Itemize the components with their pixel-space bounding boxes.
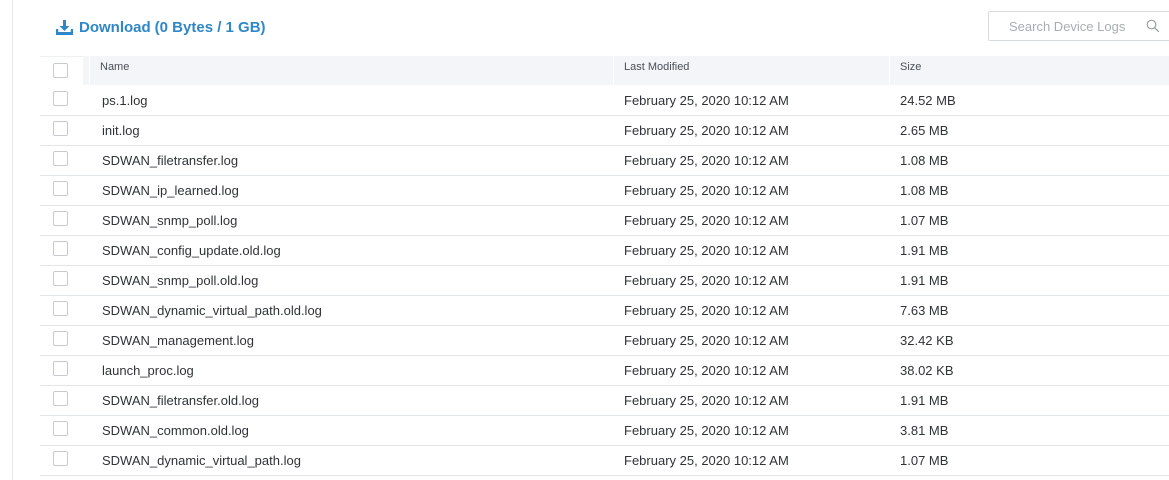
table-row[interactable]: SDWAN_ip_learned.log February 25, 2020 1… — [40, 176, 1169, 206]
table-row[interactable]: SDWAN_filetransfer.old.log February 25, … — [40, 386, 1169, 416]
column-header-last-modified[interactable]: Last Modified — [613, 56, 879, 85]
last-modified: February 25, 2020 10:12 AM — [624, 153, 789, 168]
row-checkbox[interactable] — [53, 331, 68, 346]
download-icon — [56, 19, 73, 35]
table-row[interactable]: launch_proc.log February 25, 2020 10:12 … — [40, 356, 1169, 386]
last-modified: February 25, 2020 10:12 AM — [624, 93, 789, 108]
panel-left-border — [12, 0, 13, 480]
last-modified: February 25, 2020 10:12 AM — [624, 123, 789, 138]
file-size: 2.65 MB — [900, 123, 949, 138]
row-checkbox[interactable] — [53, 271, 68, 286]
column-header-size[interactable]: Size — [889, 56, 1169, 85]
row-checkbox[interactable] — [53, 241, 68, 256]
table-row[interactable]: SDWAN_filetransfer.log February 25, 2020… — [40, 146, 1169, 176]
row-checkbox[interactable] — [53, 361, 68, 376]
last-modified: February 25, 2020 10:12 AM — [624, 333, 789, 348]
table-row[interactable]: ps.1.log February 25, 2020 10:12 AM 24.5… — [40, 86, 1169, 116]
last-modified: February 25, 2020 10:12 AM — [624, 243, 789, 258]
select-all-checkbox[interactable] — [53, 63, 68, 78]
table-row[interactable]: SDWAN_snmp_poll.log February 25, 2020 10… — [40, 206, 1169, 236]
search-box[interactable] — [988, 11, 1169, 41]
row-checkbox[interactable] — [53, 151, 68, 166]
file-name[interactable]: SDWAN_filetransfer.log — [102, 146, 238, 176]
file-size: 1.07 MB — [900, 213, 949, 228]
file-name[interactable]: SDWAN_dynamic_virtual_path.log — [102, 446, 301, 476]
row-checkbox[interactable] — [53, 421, 68, 436]
file-name[interactable]: SDWAN_config_update.old.log — [102, 236, 281, 266]
file-name[interactable]: SDWAN_common.old.log — [102, 416, 249, 446]
file-size: 1.91 MB — [900, 243, 949, 258]
file-name[interactable]: SDWAN_dynamic_virtual_path.old.log — [102, 296, 322, 326]
table-body: ps.1.log February 25, 2020 10:12 AM 24.5… — [40, 86, 1169, 476]
file-size: 1.08 MB — [900, 153, 949, 168]
file-name[interactable]: SDWAN_ip_learned.log — [102, 176, 239, 206]
row-checkbox[interactable] — [53, 301, 68, 316]
row-checkbox[interactable] — [53, 391, 68, 406]
last-modified: February 25, 2020 10:12 AM — [624, 303, 789, 318]
file-name[interactable]: SDWAN_snmp_poll.log — [102, 206, 237, 236]
last-modified: February 25, 2020 10:12 AM — [624, 213, 789, 228]
column-header-name[interactable]: Name — [89, 56, 654, 85]
download-button[interactable]: Download (0 Bytes / 1 GB) — [56, 15, 266, 39]
table-row[interactable]: SDWAN_dynamic_virtual_path.log February … — [40, 446, 1169, 476]
file-size: 1.07 MB — [900, 453, 949, 468]
row-checkbox[interactable] — [53, 91, 68, 106]
file-size: 24.52 MB — [900, 93, 956, 108]
row-checkbox[interactable] — [53, 451, 68, 466]
row-checkbox[interactable] — [53, 181, 68, 196]
file-size: 3.81 MB — [900, 423, 949, 438]
row-checkbox[interactable] — [53, 121, 68, 136]
file-name[interactable]: init.log — [102, 116, 140, 146]
file-name[interactable]: SDWAN_filetransfer.old.log — [102, 386, 259, 416]
select-all-cell — [40, 56, 83, 85]
file-size: 32.42 KB — [900, 333, 954, 348]
file-name[interactable]: SDWAN_management.log — [102, 326, 254, 356]
search-icon[interactable] — [1146, 19, 1160, 33]
table-row[interactable]: SDWAN_snmp_poll.old.log February 25, 202… — [40, 266, 1169, 296]
row-checkbox[interactable] — [53, 211, 68, 226]
table-row[interactable]: SDWAN_common.old.log February 25, 2020 1… — [40, 416, 1169, 446]
last-modified: February 25, 2020 10:12 AM — [624, 183, 789, 198]
file-size: 1.08 MB — [900, 183, 949, 198]
file-name[interactable]: launch_proc.log — [102, 356, 194, 386]
last-modified: February 25, 2020 10:12 AM — [624, 423, 789, 438]
search-input[interactable] — [989, 12, 1159, 40]
table-header: Name Last Modified Size — [40, 56, 1169, 85]
table-row[interactable]: init.log February 25, 2020 10:12 AM 2.65… — [40, 116, 1169, 146]
file-size: 38.02 KB — [900, 363, 954, 378]
file-size: 7.63 MB — [900, 303, 949, 318]
file-name[interactable]: ps.1.log — [102, 86, 148, 116]
table-row[interactable]: SDWAN_management.log February 25, 2020 1… — [40, 326, 1169, 356]
file-size: 1.91 MB — [900, 273, 949, 288]
table-row[interactable]: SDWAN_dynamic_virtual_path.old.log Febru… — [40, 296, 1169, 326]
file-name[interactable]: SDWAN_snmp_poll.old.log — [102, 266, 258, 296]
table-row[interactable]: SDWAN_config_update.old.log February 25,… — [40, 236, 1169, 266]
last-modified: February 25, 2020 10:12 AM — [624, 453, 789, 468]
last-modified: February 25, 2020 10:12 AM — [624, 363, 789, 378]
download-label: Download — [79, 18, 151, 36]
download-size-info: (0 Bytes / 1 GB) — [154, 18, 266, 36]
last-modified: February 25, 2020 10:12 AM — [624, 273, 789, 288]
file-size: 1.91 MB — [900, 393, 949, 408]
last-modified: February 25, 2020 10:12 AM — [624, 393, 789, 408]
